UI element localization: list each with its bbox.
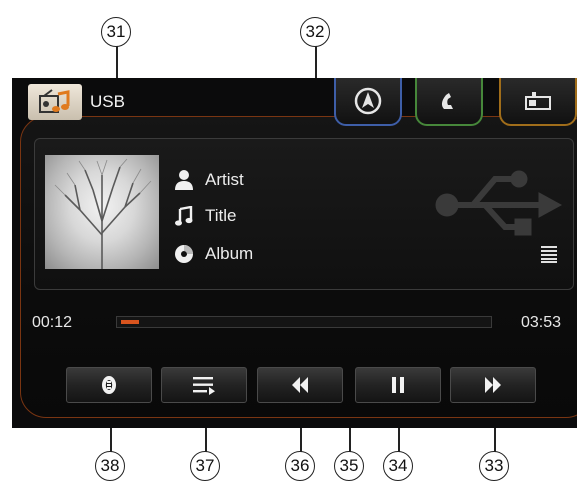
music-note-icon (173, 205, 195, 227)
radio-music-icon (39, 89, 70, 113)
navigation-icon (354, 87, 382, 115)
callout-36: 36 (285, 451, 315, 481)
tree-image (54, 158, 152, 269)
list-view-icon[interactable] (540, 245, 558, 263)
progress-bar[interactable] (116, 316, 492, 328)
repeat-shuffle-button[interactable] (66, 367, 152, 403)
media-icon (525, 92, 551, 110)
callout-38: 38 (95, 451, 125, 481)
pause-icon (392, 377, 404, 393)
tab-navigation[interactable] (334, 78, 402, 126)
phone-icon (441, 93, 453, 109)
title-row: Title (173, 205, 237, 227)
album-row: Album (173, 243, 253, 265)
album-label: Album (205, 244, 254, 263)
elapsed-time: 00:12 (32, 314, 73, 331)
person-icon (173, 169, 195, 191)
tab-media[interactable] (499, 78, 577, 126)
callout-37: 37 (190, 451, 220, 481)
rewind-icon (292, 377, 308, 393)
progress-fill (121, 320, 139, 324)
callout-32: 32 (300, 17, 330, 47)
source-button[interactable] (28, 84, 82, 120)
disc-icon (173, 243, 195, 265)
artist-label: Artist (205, 170, 244, 189)
album-art (45, 155, 159, 269)
list-icon (193, 377, 215, 395)
title-label: Title (205, 206, 237, 225)
repeat-icon (102, 376, 116, 394)
list-button[interactable] (161, 367, 247, 403)
previous-button[interactable] (257, 367, 343, 403)
next-button[interactable] (450, 367, 536, 403)
usb-icon (435, 170, 563, 236)
callout-31: 31 (101, 17, 131, 47)
total-time: 03:53 (521, 314, 562, 331)
fast-forward-icon (485, 377, 501, 393)
tab-phone[interactable] (415, 78, 483, 126)
source-label: USB (90, 92, 125, 111)
callout-34: 34 (383, 451, 413, 481)
callout-35: 35 (334, 451, 364, 481)
artist-row: Artist (173, 169, 244, 191)
track-info-panel: Artist Title Album (34, 138, 574, 290)
callout-33: 33 (479, 451, 509, 481)
pause-button[interactable] (355, 367, 441, 403)
head-unit-screen: USB Artist Title Album 00:12 03:53 (12, 78, 577, 428)
